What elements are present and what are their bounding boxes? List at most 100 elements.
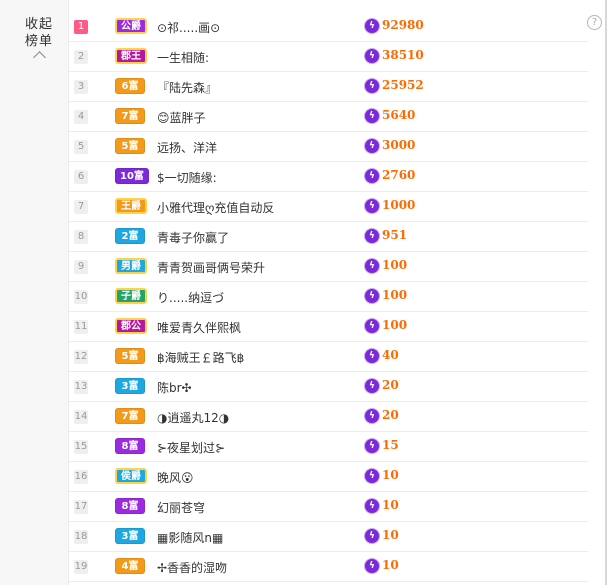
chevron-up-icon (32, 51, 46, 64)
contribution-score: 2760 (382, 168, 416, 182)
ranking-row[interactable]: 14 7富 ◑逍遥丸12◑ ϟ 20 (68, 402, 588, 432)
level-badge: 王爵 (115, 198, 147, 214)
lightning-coin-icon: ϟ (365, 79, 379, 93)
ranking-row[interactable]: 13 3富 陈br✣ ϟ 20 (68, 372, 588, 402)
contribution-score: 951 (382, 228, 408, 242)
lightning-coin-icon: ϟ (365, 529, 379, 543)
ranking-row[interactable]: 15 8富 ⊱夜星划过⊱ ϟ 15 (68, 432, 588, 462)
level-badge: 男爵 (115, 258, 147, 274)
level-badge: 8富 (115, 498, 145, 514)
contribution-score: 10 (382, 468, 399, 482)
contribution-score: 15 (382, 438, 399, 452)
user-nickname[interactable]: 唯爱青久伴熙枫 (157, 319, 241, 336)
ranking-row[interactable]: 11 郡公 唯爱青久伴熙枫 ϟ 100 (68, 312, 588, 342)
rank-number: 12 (74, 350, 88, 364)
rank-number: 13 (74, 380, 88, 394)
ranking-row[interactable]: 17 8富 幻丽苍穹 ϟ 10 (68, 492, 588, 522)
rank-number: 6 (74, 170, 88, 184)
ranking-row[interactable]: 3 6富 『陆先森』 ϟ 25952 (68, 72, 588, 102)
level-badge: 郡王 (115, 48, 147, 64)
contribution-score: 3000 (382, 138, 416, 152)
user-nickname[interactable]: 『陆先森』 (157, 79, 217, 96)
rank-number: 16 (74, 470, 88, 484)
user-nickname[interactable]: り.....纳逗づ (157, 289, 224, 306)
user-nickname[interactable]: 晚风😮 (157, 469, 194, 486)
rank-number: 2 (74, 50, 88, 64)
user-nickname[interactable]: ⊱夜星划过⊱ (157, 439, 225, 456)
ranking-row[interactable]: 18 3富 ▦影随风n▦ ϟ 10 (68, 522, 588, 552)
level-badge: 5富 (115, 138, 145, 154)
lightning-coin-icon: ϟ (365, 19, 379, 33)
user-nickname[interactable]: ◑逍遥丸12◑ (157, 409, 229, 426)
contribution-score: 25952 (382, 78, 424, 92)
help-icon[interactable]: ? (587, 15, 602, 30)
level-badge: 7富 (115, 108, 145, 124)
ranking-row[interactable]: 1 公爵 ⊙祁.....画⊙ ϟ 92980 (68, 12, 588, 42)
user-nickname[interactable]: $一切随缘: (157, 169, 217, 186)
user-nickname[interactable]: 一生相随: (157, 49, 209, 66)
user-nickname[interactable]: ⊙祁.....画⊙ (157, 19, 220, 36)
rank-number: 3 (74, 80, 88, 94)
rank-number: 11 (74, 320, 88, 334)
ranking-row[interactable]: 8 2富 青毒子你赢了 ϟ 951 (68, 222, 588, 252)
rank-number: 9 (74, 260, 88, 274)
lightning-coin-icon: ϟ (365, 139, 379, 153)
level-badge: 4富 (115, 558, 145, 574)
lightning-coin-icon: ϟ (365, 199, 379, 213)
collapse-ranking-button[interactable]: 收起榜单 (22, 16, 56, 64)
lightning-coin-icon: ϟ (365, 349, 379, 363)
lightning-coin-icon: ϟ (365, 499, 379, 513)
level-badge: 公爵 (115, 18, 147, 34)
user-nickname[interactable]: 陈br✣ (157, 379, 192, 396)
lightning-coin-icon: ϟ (365, 229, 379, 243)
level-badge: 3富 (115, 528, 145, 544)
contribution-score: 10 (382, 558, 399, 572)
user-nickname[interactable]: 青毒子你赢了 (157, 229, 229, 246)
ranking-row[interactable]: 16 侯爵 晚风😮 ϟ 10 (68, 462, 588, 492)
level-badge: 侯爵 (115, 468, 147, 484)
rank-number: 4 (74, 110, 88, 124)
level-badge: 郡公 (115, 318, 147, 334)
rank-number: 1 (74, 20, 88, 34)
ranking-row[interactable]: 7 王爵 小雅代理ღ充值自动反 ϟ 1000 (68, 192, 588, 222)
rank-number: 18 (74, 530, 88, 544)
user-nickname[interactable]: 远扬、洋洋 (157, 139, 217, 156)
ranking-row[interactable]: 10 子爵 り.....纳逗づ ϟ 100 (68, 282, 588, 312)
rank-number: 17 (74, 500, 88, 514)
user-nickname[interactable]: ฿海贼王￡路飞฿ (157, 349, 244, 366)
ranking-row[interactable]: 9 男爵 青青贺画哥俩号荣升 ϟ 100 (68, 252, 588, 282)
contribution-score: 100 (382, 288, 408, 302)
lightning-coin-icon: ϟ (365, 409, 379, 423)
user-nickname[interactable]: 小雅代理ღ充值自动反 (157, 199, 274, 216)
ranking-row[interactable]: 12 5富 ฿海贼王￡路飞฿ ϟ 40 (68, 342, 588, 372)
contribution-score: 1000 (382, 198, 416, 212)
ranking-row[interactable]: 6 10富 $一切随缘: ϟ 2760 (68, 162, 588, 192)
ranking-row[interactable]: 4 7富 😊蓝胖子 ϟ 5640 (68, 102, 588, 132)
user-nickname[interactable]: 青青贺画哥俩号荣升 (157, 259, 265, 276)
ranking-row[interactable]: 2 郡王 一生相随: ϟ 38510 (68, 42, 588, 72)
user-nickname[interactable]: 幻丽苍穹 (157, 499, 205, 516)
lightning-coin-icon: ϟ (365, 169, 379, 183)
lightning-coin-icon: ϟ (365, 259, 379, 273)
ranking-row[interactable]: 5 5富 远扬、洋洋 ϟ 3000 (68, 132, 588, 162)
level-badge: 3富 (115, 378, 145, 394)
user-nickname[interactable]: 😊蓝胖子 (157, 109, 206, 126)
level-badge: 6富 (115, 78, 145, 94)
contribution-score: 5640 (382, 108, 416, 122)
level-badge: 10富 (115, 168, 149, 184)
contribution-score: 38510 (382, 48, 424, 62)
contribution-score: 10 (382, 528, 399, 542)
user-nickname[interactable]: ✢香香的湿吻 (157, 559, 227, 576)
contribution-score: 100 (382, 318, 408, 332)
lightning-coin-icon: ϟ (365, 439, 379, 453)
level-badge: 2富 (115, 228, 145, 244)
user-nickname[interactable]: ▦影随风n▦ (157, 529, 223, 546)
lightning-coin-icon: ϟ (365, 559, 379, 573)
rank-number: 15 (74, 440, 88, 454)
contribution-score: 20 (382, 378, 399, 392)
ranking-row[interactable]: 19 4富 ✢香香的湿吻 ϟ 10 (68, 552, 588, 582)
rank-number: 7 (74, 200, 88, 214)
contribution-score: 20 (382, 408, 399, 422)
level-badge: 8富 (115, 438, 145, 454)
lightning-coin-icon: ϟ (365, 379, 379, 393)
